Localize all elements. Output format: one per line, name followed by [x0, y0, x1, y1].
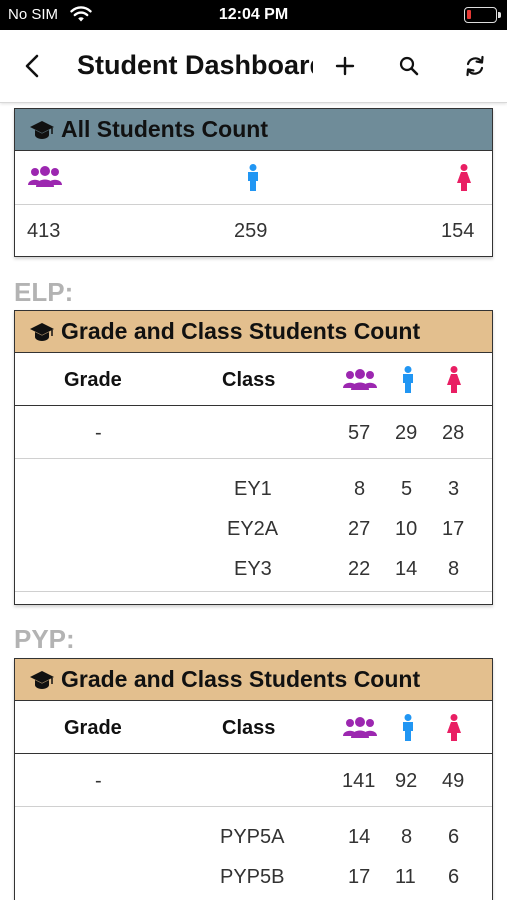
pyp-column-header-row: Grade Class: [15, 701, 492, 754]
elp-class-list: EY1 8 5 3 EY2A 27 10 17 EY3 22 14 8: [15, 459, 492, 592]
all-students-icons-row: [15, 151, 492, 205]
elp-card-header: Grade and Class Students Count: [15, 311, 492, 353]
total-cell: 17: [348, 866, 371, 888]
male-count: 259: [234, 220, 268, 242]
group-icon: [343, 717, 377, 738]
total-cell: 57: [348, 422, 371, 444]
plus-icon: [335, 56, 355, 76]
male-icon: [403, 366, 413, 393]
search-icon: [399, 56, 419, 76]
total-count: 413: [27, 220, 61, 242]
class-row[interactable]: EY2A 27 10 17: [15, 507, 492, 547]
search-button[interactable]: [391, 48, 427, 84]
male-cell: 14: [395, 558, 418, 580]
class-row[interactable]: EY1 8 5 3: [15, 467, 492, 507]
elp-card-title: Grade and Class Students Count: [61, 318, 421, 344]
female-count: 154: [441, 220, 475, 242]
elp-column-header-row: Grade Class: [15, 353, 492, 406]
male-icon: [248, 164, 258, 191]
grade-column-header: Grade: [64, 717, 122, 739]
dashboard-content[interactable]: All Students Count 413 259 154 ELP: Grad…: [0, 104, 507, 900]
refresh-icon: [466, 55, 484, 77]
female-icon: [447, 366, 461, 393]
pyp-summary-row[interactable]: - 141 92 49: [15, 754, 492, 807]
class-row[interactable]: EY3 22 14 8: [15, 547, 492, 587]
graduation-cap-icon: [30, 120, 54, 139]
total-cell: 22: [348, 558, 371, 580]
female-cell: 49: [442, 770, 465, 792]
pyp-card-header: Grade and Class Students Count: [15, 659, 492, 701]
group-icon: [343, 369, 377, 390]
total-cell: 14: [348, 826, 371, 848]
class-row[interactable]: PYP5B 17 11 6: [15, 855, 492, 895]
female-cell: 28: [442, 422, 465, 444]
female-cell: 6: [448, 826, 460, 848]
elp-summary-row[interactable]: - 57 29 28: [15, 406, 492, 459]
class-name-cell: EY2A: [227, 518, 279, 540]
back-button[interactable]: [14, 48, 50, 84]
grade-cell: -: [95, 770, 102, 792]
class-name-cell: PYP5B: [220, 866, 285, 888]
all-students-title: All Students Count: [61, 116, 268, 142]
elp-section-label: ELP:: [14, 277, 74, 307]
pyp-section-label: PYP:: [14, 624, 75, 654]
refresh-button[interactable]: [457, 48, 493, 84]
elp-grade-class-card: Grade and Class Students Count Grade Cla…: [14, 310, 493, 605]
class-column-header: Class: [222, 369, 276, 391]
battery-icon: [464, 7, 501, 23]
class-name-cell: EY3: [234, 558, 272, 580]
class-name-cell: PYP5A: [220, 826, 285, 848]
male-cell: 92: [395, 770, 418, 792]
class-row[interactable]: PYP5A 14 8 6: [15, 815, 492, 855]
female-cell: 6: [448, 866, 460, 888]
group-icon: [28, 166, 62, 187]
all-students-card: All Students Count 413 259 154: [14, 108, 493, 257]
nav-bar: Student Dashboard: [0, 30, 507, 103]
total-cell: 8: [354, 478, 366, 500]
status-bar: No SIM 12:04 PM: [0, 0, 507, 30]
class-name-cell: EY1: [234, 478, 272, 500]
all-students-header: All Students Count: [15, 109, 492, 151]
female-icon: [447, 714, 461, 741]
clock: 12:04 PM: [218, 6, 289, 23]
male-cell: 11: [395, 866, 416, 888]
female-icon: [457, 164, 471, 191]
add-button[interactable]: [327, 48, 363, 84]
pyp-card-title: Grade and Class Students Count: [61, 666, 421, 692]
grade-cell: -: [95, 422, 102, 444]
pyp-class-list: PYP5A 14 8 6 PYP5B 17 11 6: [15, 807, 492, 900]
male-cell: 10: [395, 518, 418, 540]
male-icon: [403, 714, 413, 741]
pyp-grade-class-card: Grade and Class Students Count Grade Cla…: [14, 658, 493, 900]
female-cell: 17: [442, 518, 465, 540]
total-cell: 141: [342, 770, 376, 792]
chevron-left-icon: [25, 54, 39, 78]
grade-column-header: Grade: [64, 369, 122, 391]
page-title: Student Dashboard: [77, 50, 313, 80]
total-cell: 27: [348, 518, 371, 540]
female-cell: 8: [448, 558, 460, 580]
graduation-cap-icon: [30, 322, 54, 341]
female-cell: 3: [448, 478, 460, 500]
male-cell: 29: [395, 422, 418, 444]
male-cell: 8: [401, 826, 413, 848]
male-cell: 5: [401, 478, 413, 500]
graduation-cap-icon: [30, 670, 54, 689]
class-column-header: Class: [222, 717, 276, 739]
all-students-counts-row: 413 259 154: [15, 205, 492, 257]
